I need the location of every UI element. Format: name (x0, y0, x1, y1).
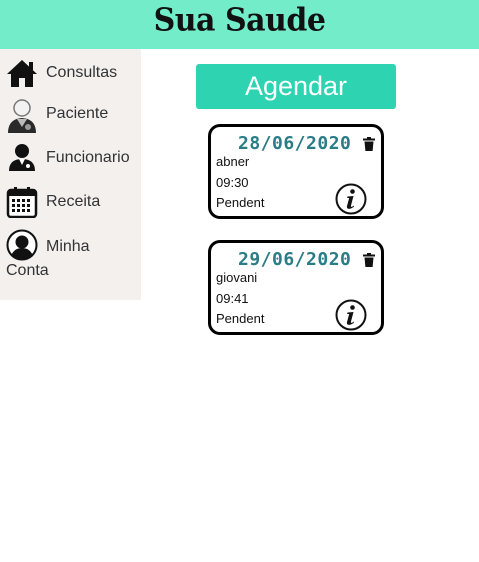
trash-icon[interactable] (363, 253, 375, 272)
appointment-time: 09:41 (216, 291, 249, 306)
info-icon[interactable] (335, 299, 367, 336)
house-icon (6, 58, 38, 93)
sidebar-item-label: Receita (46, 193, 101, 210)
patient-icon (6, 99, 38, 138)
sidebar-item-label: Minha Conta (6, 238, 90, 279)
patient-name: giovani (216, 270, 258, 285)
agendar-button[interactable]: Agendar (196, 64, 396, 109)
appointment-card: 29/06/2020 giovani 09:41 Pendent (208, 240, 384, 335)
appointment-date: 28/06/2020 (238, 133, 352, 154)
sidebar-item-label: Funcionario (46, 149, 130, 166)
doctor-icon (6, 143, 38, 178)
sidebar-item-label: Paciente (46, 105, 109, 122)
app-title: Sua Saude (153, 2, 326, 39)
info-icon[interactable] (335, 183, 367, 220)
appointment-time: 09:30 (216, 175, 249, 190)
sidebar-item-minha-conta[interactable]: Minha Conta (6, 229, 136, 279)
appointment-date: 29/06/2020 (238, 249, 352, 270)
appointment-status: Pendent (216, 195, 265, 210)
calendar-icon (6, 186, 38, 223)
appointment-card: 28/06/2020 abner 09:30 Pendent (208, 124, 384, 219)
trash-icon[interactable] (363, 137, 375, 156)
app-header: Sua Saude (0, 0, 479, 49)
appointment-status: Pendent (216, 311, 265, 326)
sidebar: Consultas Paciente Funcionario Receita M… (0, 49, 141, 300)
patient-name: abner (216, 154, 250, 169)
sidebar-item-label: Consultas (46, 64, 118, 81)
